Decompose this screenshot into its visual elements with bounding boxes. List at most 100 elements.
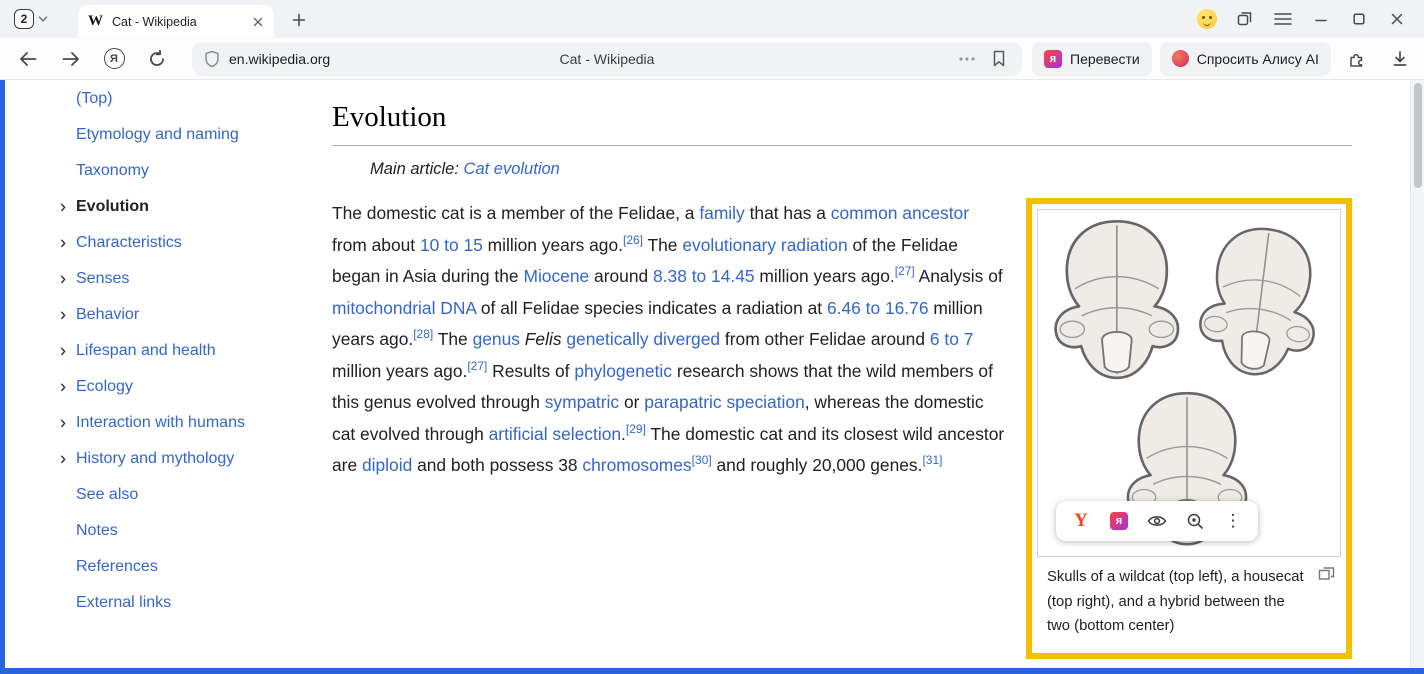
sidebar-item-taxonomy[interactable]: Taxonomy bbox=[60, 153, 315, 189]
yandex-home-button[interactable]: Я bbox=[94, 43, 134, 75]
reference-link[interactable]: [31] bbox=[922, 453, 942, 467]
article-link[interactable]: 6.46 to 16.76 bbox=[827, 298, 929, 318]
scrollbar-track[interactable] bbox=[1410, 80, 1424, 668]
article-link[interactable]: 6 to 7 bbox=[930, 329, 974, 349]
chevron-right-icon[interactable]: › bbox=[60, 233, 66, 251]
sidebar-item-notes[interactable]: Notes bbox=[60, 513, 315, 549]
article-link[interactable]: genus bbox=[473, 329, 520, 349]
toc-list: (Top)Etymology and namingTaxonomy›Evolut… bbox=[60, 81, 315, 621]
reference-link[interactable]: [28] bbox=[413, 327, 433, 341]
page-viewport: (Top)Etymology and namingTaxonomy›Evolut… bbox=[0, 80, 1424, 674]
ask-alice-label: Спросить Алису AI bbox=[1197, 51, 1319, 67]
article-link[interactable]: diploid bbox=[362, 455, 412, 475]
tab-count-button[interactable]: 2 bbox=[10, 6, 53, 32]
article-link[interactable]: parapatric bbox=[644, 392, 721, 412]
article-link[interactable]: family bbox=[699, 203, 744, 223]
article-link[interactable]: Miocene bbox=[523, 266, 589, 286]
chevron-right-icon[interactable]: › bbox=[60, 449, 66, 467]
sidebar-item-lifespan-and-health[interactable]: ›Lifespan and health bbox=[60, 333, 315, 369]
address-bar[interactable]: Cat - Wikipedia en.wikipedia.org bbox=[192, 42, 1022, 76]
describe-image-button[interactable] bbox=[1142, 506, 1172, 536]
tab-close-icon[interactable] bbox=[252, 16, 264, 28]
translate-image-button[interactable]: я bbox=[1104, 506, 1134, 536]
chevron-right-icon[interactable]: › bbox=[60, 341, 66, 359]
sidebar-item-external-links[interactable]: External links bbox=[60, 585, 315, 621]
panels-icon bbox=[1236, 10, 1254, 28]
hatnote-link[interactable]: Cat evolution bbox=[464, 160, 560, 178]
sidebar-item-evolution[interactable]: ›Evolution bbox=[60, 189, 315, 225]
chevron-right-icon[interactable]: › bbox=[60, 197, 66, 215]
bookmark-button[interactable] bbox=[986, 46, 1012, 72]
reload-button[interactable] bbox=[137, 43, 177, 75]
hatnote: Main article: Cat evolution bbox=[332, 156, 1352, 182]
translate-label: Перевести bbox=[1070, 51, 1140, 67]
reference-link[interactable]: [27] bbox=[467, 359, 487, 373]
ask-alice-button[interactable]: Спросить Алису AI bbox=[1160, 42, 1331, 76]
sidebar-item-etymology-and-naming[interactable]: Etymology and naming bbox=[60, 117, 315, 153]
close-window-button[interactable] bbox=[1378, 4, 1416, 34]
browser-menu-button[interactable] bbox=[1264, 4, 1302, 34]
site-shield-icon[interactable] bbox=[204, 50, 220, 68]
sidebar-item-history-and-mythology[interactable]: ›History and mythology bbox=[60, 441, 315, 477]
forward-button[interactable] bbox=[51, 43, 91, 75]
reference-link[interactable]: [27] bbox=[895, 264, 915, 278]
reference-marker: [29] bbox=[626, 422, 646, 436]
chevron-right-icon[interactable]: › bbox=[60, 377, 66, 395]
article-link[interactable]: evolutionary radiation bbox=[682, 235, 847, 255]
sidebar-item-label: Senses bbox=[76, 270, 129, 288]
alice-icon bbox=[1172, 50, 1189, 67]
enlarge-icon[interactable] bbox=[1318, 566, 1335, 581]
translate-icon: я bbox=[1110, 512, 1128, 530]
figure-image[interactable]: Y я bbox=[1037, 209, 1341, 557]
reload-icon bbox=[147, 49, 167, 69]
translate-icon: я bbox=[1044, 50, 1062, 68]
new-tab-button[interactable] bbox=[286, 7, 312, 33]
chevron-right-icon[interactable]: › bbox=[60, 305, 66, 323]
article-link[interactable]: mitochondrial DNA bbox=[332, 298, 476, 318]
article-link[interactable]: 10 to 15 bbox=[420, 235, 483, 255]
sidebar-item-characteristics[interactable]: ›Characteristics bbox=[60, 225, 315, 261]
sidebar-item-senses[interactable]: › Senses bbox=[60, 261, 315, 297]
reference-link[interactable]: [26] bbox=[623, 233, 643, 247]
image-menu-button[interactable]: ⋮ bbox=[1218, 506, 1248, 536]
reference-link[interactable]: [29] bbox=[626, 422, 646, 436]
sidebar-item-interaction-with-humans[interactable]: ›Interaction with humans bbox=[60, 405, 315, 441]
back-arrow-icon bbox=[18, 50, 38, 68]
back-button[interactable] bbox=[8, 43, 48, 75]
sidebar-item-top[interactable]: (Top) bbox=[60, 81, 315, 117]
scrollbar-thumb[interactable] bbox=[1414, 83, 1422, 188]
profile-avatar-button[interactable] bbox=[1188, 4, 1226, 34]
article-link[interactable]: speciation bbox=[726, 392, 804, 412]
wikipedia-favicon: W bbox=[88, 13, 103, 30]
reference-link[interactable]: [30] bbox=[692, 453, 712, 467]
article-link[interactable]: artificial selection bbox=[489, 424, 621, 444]
taxon-name: Felis bbox=[525, 329, 562, 349]
side-panel-button[interactable] bbox=[1226, 4, 1264, 34]
sidebar-item-ecology[interactable]: ›Ecology bbox=[60, 369, 315, 405]
image-hover-toolbar: Y я bbox=[1056, 501, 1258, 541]
sidebar-item-label: Notes bbox=[76, 522, 118, 540]
sidebar-item-references[interactable]: References bbox=[60, 549, 315, 585]
article-link[interactable]: 8.38 to 14.45 bbox=[653, 266, 755, 286]
extensions-button[interactable] bbox=[1337, 43, 1377, 75]
minimize-button[interactable] bbox=[1302, 4, 1340, 34]
tab-cat-wikipedia[interactable]: W Cat - Wikipedia bbox=[78, 5, 274, 38]
translate-button[interactable]: я Перевести bbox=[1032, 42, 1152, 76]
address-more-button[interactable] bbox=[954, 46, 980, 72]
puzzle-icon bbox=[1347, 49, 1367, 69]
article-link[interactable]: common ancestor bbox=[831, 203, 969, 223]
window-controls bbox=[1188, 0, 1416, 38]
article-link[interactable]: chromosomes bbox=[582, 455, 691, 475]
article-link[interactable]: genetically diverged bbox=[566, 329, 720, 349]
yandex-search-button[interactable]: Y bbox=[1066, 506, 1096, 536]
chevron-right-icon[interactable]: › bbox=[60, 413, 66, 431]
downloads-button[interactable] bbox=[1380, 43, 1420, 75]
article-link[interactable]: phylogenetic bbox=[574, 361, 672, 381]
sidebar-item-behavior[interactable]: ›Behavior bbox=[60, 297, 315, 333]
sidebar-item-see-also[interactable]: See also bbox=[60, 477, 315, 513]
article-paragraph: The domestic cat is a member of the Feli… bbox=[332, 198, 1008, 482]
chevron-right-icon[interactable]: › bbox=[60, 269, 66, 287]
maximize-button[interactable] bbox=[1340, 4, 1378, 34]
search-by-image-button[interactable] bbox=[1180, 506, 1210, 536]
article-link[interactable]: sympatric bbox=[545, 392, 619, 412]
